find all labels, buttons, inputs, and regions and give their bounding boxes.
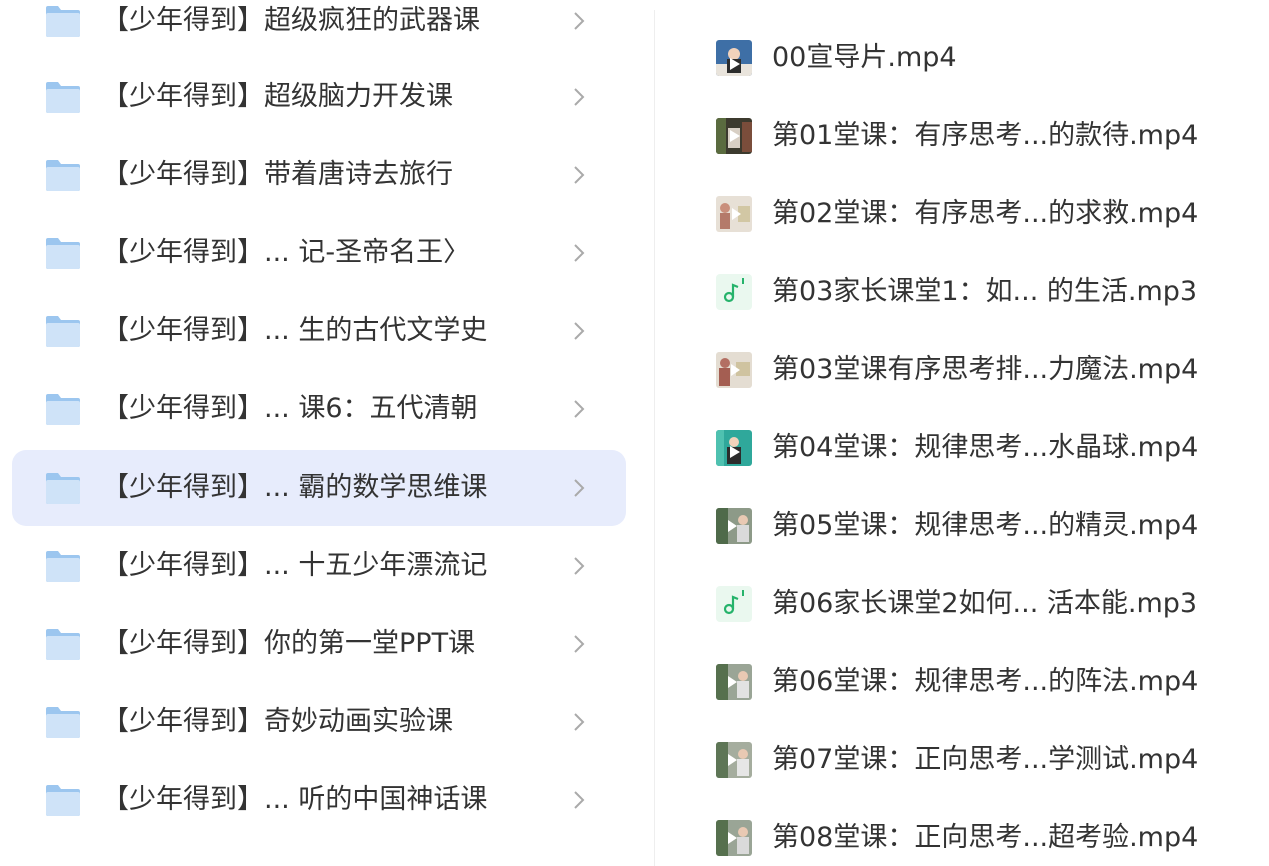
- folder-label: 【少年得到】... 课6：五代清朝: [102, 393, 478, 424]
- file-label: 第04堂课：规律思考...水晶球.mp4: [772, 432, 1199, 463]
- chevron-right-icon: [574, 322, 585, 340]
- file-row[interactable]: 第03堂课有序思考排...力魔法.mp4: [655, 331, 1269, 409]
- folder-label: 【少年得到】... 生的古代文学史: [102, 315, 488, 346]
- folder-icon: [46, 238, 80, 269]
- music-note-icon: [716, 274, 752, 310]
- chevron-right-icon: [574, 557, 585, 575]
- video-thumbnail-icon: [716, 430, 752, 466]
- folder-label: 【少年得到】... 十五少年漂流记: [102, 550, 488, 581]
- file-list: 00宣导片.mp4 第01堂课：有序思考...的款待.mp4 第02堂课：有序思…: [655, 0, 1269, 866]
- folder-label: 【少年得到】... 霸的数学思维课: [102, 472, 488, 503]
- folder-label: 【少年得到】超级疯狂的武器课: [102, 5, 480, 36]
- file-row[interactable]: 第05堂课：规律思考...的精灵.mp4: [655, 487, 1269, 565]
- file-row[interactable]: 第06家长课堂2如何... 活本能.mp3: [655, 565, 1269, 643]
- folder-row[interactable]: 【少年得到】... 课6：五代清朝: [12, 371, 626, 447]
- video-thumbnail-icon: [716, 196, 752, 232]
- folder-icon: [46, 473, 80, 504]
- folder-row[interactable]: 【少年得到】超级脑力开发课: [12, 59, 626, 135]
- folder-row[interactable]: 【少年得到】... 生的古代文学史: [12, 293, 626, 369]
- chevron-right-icon: [574, 166, 585, 184]
- folder-row[interactable]: 【少年得到】奇妙动画实验课: [12, 684, 626, 760]
- file-browser: 【少年得到】超级疯狂的武器课 【少年得到】超级脑力开发课 【少年得到】带着唐诗去…: [0, 0, 1269, 866]
- music-note-icon: [716, 586, 752, 622]
- folder-row[interactable]: 【少年得到】... 十五少年漂流记: [12, 528, 626, 604]
- folder-row[interactable]: 【少年得到】超级疯狂的武器课: [12, 0, 626, 59]
- video-thumbnail-icon: [716, 352, 752, 388]
- file-row[interactable]: 第04堂课：规律思考...水晶球.mp4: [655, 409, 1269, 487]
- folder-icon: [46, 82, 80, 113]
- chevron-right-icon: [574, 400, 585, 418]
- file-label: 第01堂课：有序思考...的款待.mp4: [772, 120, 1199, 151]
- folder-list: 【少年得到】超级疯狂的武器课 【少年得到】超级脑力开发课 【少年得到】带着唐诗去…: [0, 0, 655, 866]
- folder-icon: [46, 707, 80, 738]
- folder-label: 【少年得到】... 记-圣帝名王〉: [102, 237, 471, 268]
- file-label: 第07堂课：正向思考...学测试.mp4: [772, 744, 1199, 775]
- chevron-right-icon: [574, 88, 585, 106]
- folder-row[interactable]: 【少年得到】带着唐诗去旅行: [12, 137, 626, 213]
- folder-row[interactable]: 【少年得到】... 记-圣帝名王〉: [12, 215, 626, 291]
- file-label: 第03家长课堂1：如... 的生活.mp3: [772, 276, 1198, 307]
- video-thumbnail-icon: [716, 40, 752, 76]
- chevron-right-icon: [574, 713, 585, 731]
- file-label: 第06家长课堂2如何... 活本能.mp3: [772, 588, 1198, 619]
- chevron-right-icon: [574, 244, 585, 262]
- folder-icon: [46, 551, 80, 582]
- video-thumbnail-icon: [716, 664, 752, 700]
- file-label: 第02堂课：有序思考...的求救.mp4: [772, 198, 1199, 229]
- folder-icon: [46, 394, 80, 425]
- folder-icon: [46, 160, 80, 191]
- file-row[interactable]: 00宣导片.mp4: [655, 19, 1269, 97]
- folder-label: 【少年得到】超级脑力开发课: [102, 81, 453, 112]
- video-thumbnail-icon: [716, 820, 752, 856]
- file-label: 00宣导片.mp4: [772, 42, 957, 73]
- folder-row[interactable]: 【少年得到】你的第一堂PPT课: [12, 606, 626, 682]
- video-thumbnail-icon: [716, 742, 752, 778]
- file-row[interactable]: 第01堂课：有序思考...的款待.mp4: [655, 97, 1269, 175]
- file-row[interactable]: 第02堂课：有序思考...的求救.mp4: [655, 175, 1269, 253]
- folder-icon: [46, 6, 80, 37]
- file-label: 第08堂课：正向思考...超考验.mp4: [772, 822, 1199, 853]
- file-label: 第06堂课：规律思考...的阵法.mp4: [772, 666, 1199, 697]
- folder-icon: [46, 785, 80, 816]
- chevron-right-icon: [574, 635, 585, 653]
- video-thumbnail-icon: [716, 118, 752, 154]
- folder-row[interactable]: 【少年得到】... 听的中国神话课: [12, 762, 626, 838]
- file-row[interactable]: 第03家长课堂1：如... 的生活.mp3: [655, 253, 1269, 331]
- chevron-right-icon: [574, 12, 585, 30]
- file-label: 第03堂课有序思考排...力魔法.mp4: [772, 354, 1199, 385]
- folder-label: 【少年得到】奇妙动画实验课: [102, 706, 453, 737]
- folder-icon: [46, 316, 80, 347]
- file-row[interactable]: 第06堂课：规律思考...的阵法.mp4: [655, 643, 1269, 721]
- folder-label: 【少年得到】你的第一堂PPT课: [102, 628, 476, 659]
- folder-label: 【少年得到】... 听的中国神话课: [102, 784, 488, 815]
- chevron-right-icon: [574, 791, 585, 809]
- folder-label: 【少年得到】带着唐诗去旅行: [102, 159, 453, 190]
- chevron-right-icon: [574, 479, 585, 497]
- folder-icon: [46, 629, 80, 660]
- file-row[interactable]: 第08堂课：正向思考...超考验.mp4: [655, 799, 1269, 866]
- file-row[interactable]: 第07堂课：正向思考...学测试.mp4: [655, 721, 1269, 799]
- video-thumbnail-icon: [716, 508, 752, 544]
- file-label: 第05堂课：规律思考...的精灵.mp4: [772, 510, 1199, 541]
- folder-row-selected[interactable]: 【少年得到】... 霸的数学思维课: [12, 450, 626, 526]
